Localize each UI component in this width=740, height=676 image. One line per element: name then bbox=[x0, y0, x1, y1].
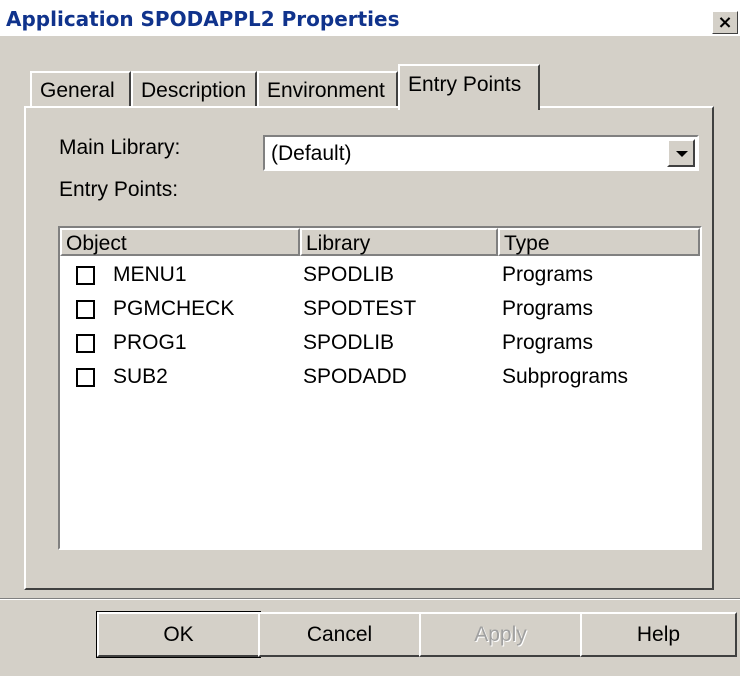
row-object: SUB2 bbox=[113, 365, 168, 388]
tab-environment[interactable]: Environment bbox=[257, 71, 398, 107]
tab-description-label: Description bbox=[141, 79, 247, 102]
column-header-object[interactable]: Object bbox=[60, 228, 300, 256]
chevron-down-icon[interactable] bbox=[667, 139, 695, 167]
column-library-label: Library bbox=[306, 232, 371, 255]
row-type: Programs bbox=[502, 263, 594, 286]
row-checkbox[interactable] bbox=[76, 266, 95, 285]
column-type-label: Type bbox=[504, 232, 550, 255]
title-bar: Application SPODAPPL2 Properties × bbox=[0, 0, 740, 36]
ok-button-label: OK bbox=[163, 623, 194, 646]
row-checkbox[interactable] bbox=[76, 334, 95, 353]
close-icon: × bbox=[717, 12, 733, 33]
cancel-button[interactable]: Cancel bbox=[258, 612, 421, 657]
list-item[interactable]: MENU1 SPODLIB Programs bbox=[60, 261, 700, 294]
row-library: SPODTEST bbox=[303, 297, 417, 320]
tab-entry-points[interactable]: Entry Points bbox=[398, 64, 540, 110]
apply-button[interactable]: Apply bbox=[419, 612, 582, 657]
apply-button-label: Apply bbox=[474, 623, 527, 646]
tab-general-label: General bbox=[40, 79, 115, 102]
main-library-select[interactable]: (Default) bbox=[263, 135, 699, 171]
close-button[interactable]: × bbox=[712, 11, 738, 34]
help-button-label: Help bbox=[636, 623, 681, 646]
help-button[interactable]: Help bbox=[580, 612, 737, 657]
row-object: PROG1 bbox=[113, 331, 187, 354]
row-library: SPODADD bbox=[303, 365, 407, 388]
main-library-label: Main Library: bbox=[59, 136, 181, 159]
row-library: SPODLIB bbox=[303, 263, 395, 286]
window-title: Application SPODAPPL2 Properties bbox=[6, 7, 400, 31]
tab-entry-points-label: Entry Points bbox=[408, 73, 522, 96]
column-header-type[interactable]: Type bbox=[498, 228, 700, 256]
row-checkbox[interactable] bbox=[76, 300, 95, 319]
tab-general[interactable]: General bbox=[30, 71, 131, 107]
cancel-button-label: Cancel bbox=[306, 623, 373, 646]
row-library: SPODLIB bbox=[303, 331, 395, 354]
ok-button[interactable]: OK bbox=[96, 611, 261, 658]
list-item[interactable]: PGMCHECK SPODTEST Programs bbox=[60, 295, 700, 328]
entry-points-label: Entry Points: bbox=[59, 178, 179, 201]
column-header-library[interactable]: Library bbox=[300, 228, 498, 256]
row-type: Subprograms bbox=[502, 365, 629, 388]
row-object: PGMCHECK bbox=[113, 297, 235, 320]
row-type: Programs bbox=[502, 331, 594, 354]
list-item[interactable]: SUB2 SPODADD Subprograms bbox=[60, 363, 700, 396]
row-type: Programs bbox=[502, 297, 594, 320]
tab-environment-label: Environment bbox=[267, 79, 385, 102]
row-object: MENU1 bbox=[113, 263, 187, 286]
entry-points-list[interactable]: Object Library Type MENU1 SPODLIB Progra… bbox=[58, 226, 702, 550]
tab-description[interactable]: Description bbox=[131, 71, 257, 107]
list-item[interactable]: PROG1 SPODLIB Programs bbox=[60, 329, 700, 362]
main-library-value: (Default) bbox=[271, 142, 352, 165]
separator bbox=[0, 598, 740, 600]
column-object-label: Object bbox=[66, 232, 127, 255]
row-checkbox[interactable] bbox=[76, 368, 95, 387]
